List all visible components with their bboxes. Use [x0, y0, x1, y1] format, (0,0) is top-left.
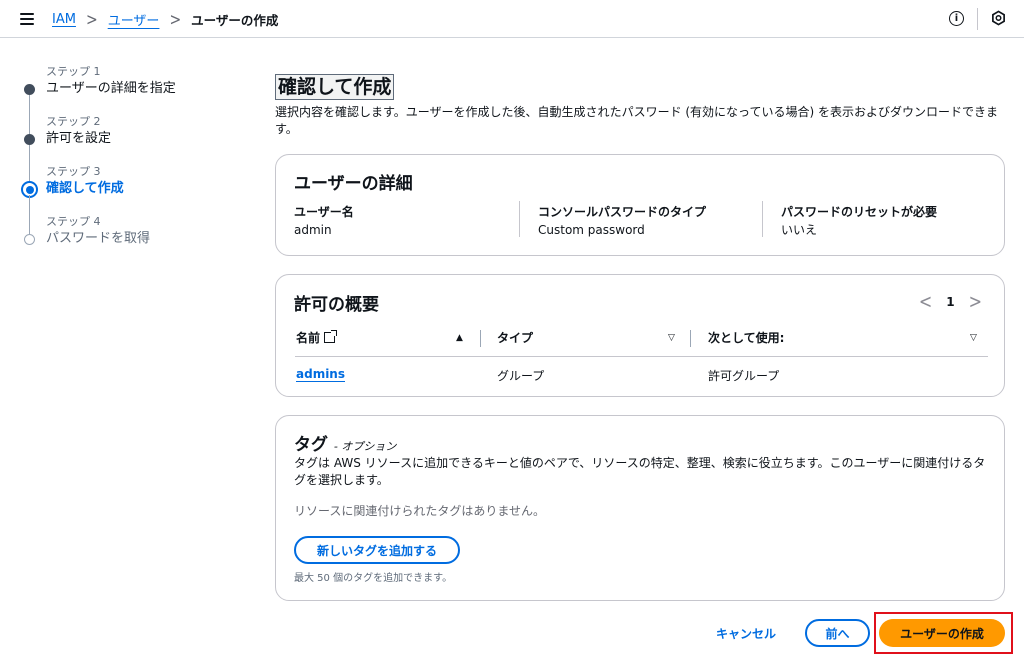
breadcrumb-current: ユーザーの作成: [191, 13, 279, 28]
field-value: いいえ: [781, 223, 818, 237]
field-value: admin: [294, 223, 332, 237]
divider: [762, 201, 763, 237]
column-label: 名前: [296, 331, 321, 345]
step-completed-icon: [24, 134, 35, 145]
breadcrumb-users-link[interactable]: ユーザー: [108, 10, 160, 29]
step-3: ステップ 3 確認して作成: [20, 164, 240, 235]
tags-description: タグは AWS リソースに追加できるキーと値のペアで、リソースの特定、整理、検索…: [294, 456, 986, 487]
sort-ascending-icon[interactable]: ▲: [456, 333, 463, 343]
wizard-steps: ステップ 1 ユーザーの詳細を指定 ステップ 2 許可を設定 ステップ 3 確認…: [20, 64, 240, 264]
step-4: ステップ 4 パスワードを取得: [20, 214, 240, 264]
step-title: 許可を設定: [46, 131, 112, 146]
page-number[interactable]: 1: [946, 295, 954, 309]
step-number: ステップ 3: [46, 165, 101, 178]
column-resizer[interactable]: [690, 330, 691, 347]
breadcrumb-iam-link[interactable]: IAM: [52, 12, 76, 27]
step-completed-icon: [24, 84, 35, 95]
info-icon[interactable]: i: [949, 11, 964, 26]
step-pending-icon: [24, 234, 35, 245]
step-1[interactable]: ステップ 1 ユーザーの詳細を指定: [20, 64, 240, 135]
pagination: < 1 >: [919, 290, 982, 313]
permissions-summary-card: 許可の概要 < 1 > 名前 ▲ タイプ ▽ 次として使用: ▽ admins …: [275, 274, 1005, 397]
step-title: 確認して作成: [46, 181, 124, 196]
step-number: ステップ 2: [46, 115, 101, 128]
field-value: Custom password: [538, 223, 645, 237]
breadcrumb: IAM > ユーザー > ユーザーの作成: [52, 10, 278, 29]
tags-limit-hint: 最大 50 個のタグを追加できます。: [294, 573, 453, 584]
previous-button[interactable]: 前へ: [805, 619, 870, 647]
add-new-tag-button[interactable]: 新しいタグを追加する: [294, 536, 460, 564]
hexagon-icon[interactable]: [991, 10, 1006, 26]
field-username: ユーザー名 admin: [294, 203, 354, 239]
field-label: パスワードのリセットが必要: [781, 205, 938, 219]
field-password-type: コンソールパスワードのタイプ Custom password: [538, 203, 706, 239]
step-number: ステップ 4: [46, 215, 101, 228]
menu-icon[interactable]: [20, 13, 34, 25]
card-title: タグ - オプション: [294, 430, 396, 455]
column-resizer[interactable]: [480, 330, 481, 347]
tags-title: タグ: [294, 435, 328, 455]
column-header-name[interactable]: 名前: [296, 329, 338, 347]
cancel-button[interactable]: キャンセル: [716, 625, 776, 642]
tags-card: タグ - オプション タグは AWS リソースに追加できるキーと値のペアで、リソ…: [275, 415, 1005, 601]
card-title: 許可の概要: [294, 295, 379, 315]
divider: [977, 8, 978, 30]
step-number: ステップ 1: [46, 65, 101, 78]
optional-label: - オプション: [333, 440, 397, 453]
card-title: ユーザーの詳細: [294, 174, 413, 194]
chevron-right-icon: >: [169, 9, 182, 30]
sort-icon[interactable]: ▽: [970, 333, 977, 343]
page-title: 確認して作成: [275, 74, 395, 100]
user-details-card: ユーザーの詳細 ユーザー名 admin コンソールパスワードのタイプ Custo…: [275, 154, 1005, 256]
page-description: 選択内容を確認します。ユーザーを作成した後、自動生成されたパスワード (有効にな…: [275, 105, 998, 136]
step-2[interactable]: ステップ 2 許可を設定: [20, 114, 240, 185]
step-title: パスワードを取得: [46, 231, 151, 246]
create-user-button[interactable]: ユーザーの作成: [879, 619, 1005, 647]
chevron-right-icon[interactable]: >: [969, 290, 982, 313]
group-link-admins[interactable]: admins: [296, 367, 345, 381]
table-cell-used-as: 許可グループ: [708, 369, 780, 383]
table-cell-type: グループ: [497, 369, 545, 383]
field-label: コンソールパスワードのタイプ: [538, 205, 707, 219]
field-password-reset: パスワードのリセットが必要 いいえ: [781, 203, 937, 239]
tags-empty-message: リソースに関連付けられたタグはありません。: [294, 504, 546, 518]
top-navigation-bar: IAM > ユーザー > ユーザーの作成 i: [0, 0, 1024, 38]
chevron-left-icon[interactable]: <: [919, 290, 932, 313]
chevron-right-icon: >: [85, 9, 98, 30]
external-link-icon: [324, 330, 338, 343]
field-label: ユーザー名: [294, 205, 354, 219]
table-header: 名前 ▲ タイプ ▽ 次として使用: ▽: [295, 329, 988, 357]
sort-icon[interactable]: ▽: [668, 333, 675, 343]
column-header-used-as[interactable]: 次として使用:: [708, 329, 784, 347]
step-title: ユーザーの詳細を指定: [46, 81, 176, 96]
divider: [519, 201, 520, 237]
column-header-type[interactable]: タイプ: [497, 329, 533, 347]
